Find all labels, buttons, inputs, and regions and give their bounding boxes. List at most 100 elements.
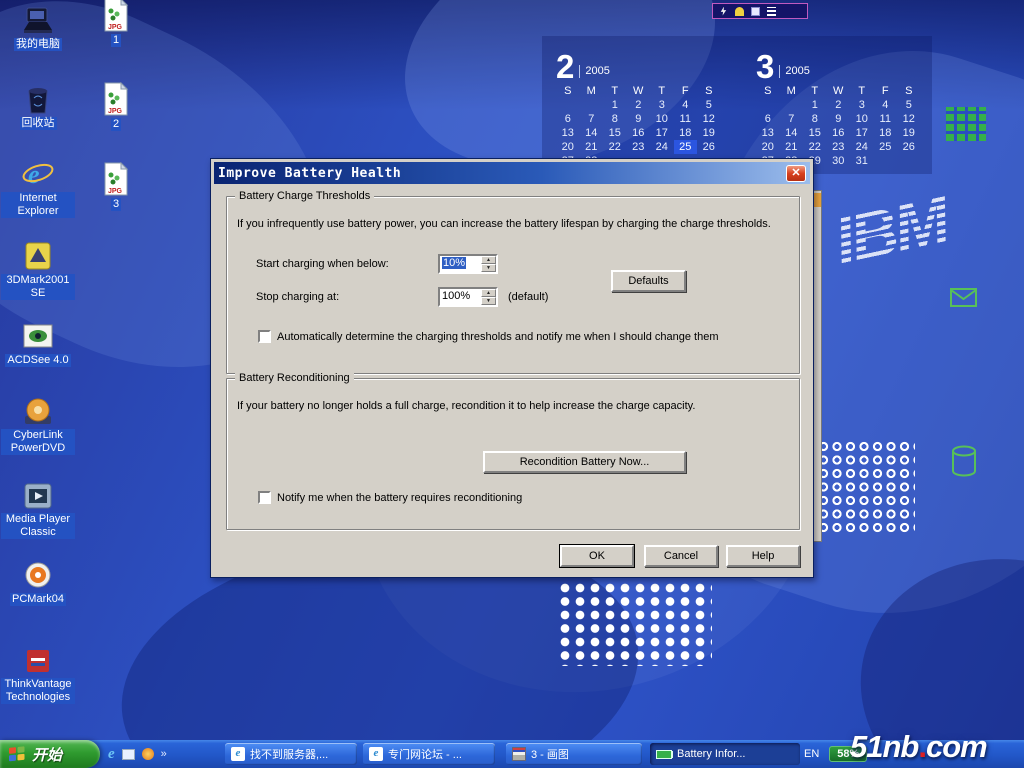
windows-flag-icon: [8, 746, 26, 762]
powerdvd-icon: [21, 397, 55, 427]
start-charging-value[interactable]: 10%: [440, 256, 481, 272]
my-computer-icon: [21, 6, 55, 36]
desktop-icon-my-computer[interactable]: 我的电脑: [0, 6, 76, 51]
chevron-expand-icon[interactable]: »: [161, 748, 167, 760]
quicklaunch-show-desktop-icon[interactable]: [122, 749, 135, 760]
desktop-icon-label: PCMark04: [10, 593, 66, 606]
desktop-icon-label: CyberLink PowerDVD: [1, 429, 75, 455]
desktop-icon-label: 1: [111, 34, 121, 47]
desktop-icon-acdsee[interactable]: ACDSee 4.0: [0, 322, 76, 367]
desktop-icon-jpg-2[interactable]: JPG 2: [78, 82, 154, 131]
ibm-logo: IBM: [828, 169, 1014, 297]
task-button-server-not-found[interactable]: e 找不到服务器,...: [225, 743, 357, 765]
thinkvantage-icon: [23, 646, 53, 676]
notify-checkbox-row: Notify me when the battery requires reco…: [258, 491, 522, 504]
task-button-label: Battery Infor...: [677, 748, 745, 760]
battery-reconditioning-group: Battery Reconditioning If your battery n…: [226, 378, 800, 530]
task-button-forum[interactable]: e 专门网论坛 - ...: [363, 743, 495, 765]
spreadsheet-grid-art-icon: [946, 107, 986, 141]
desktop-icon-thinkvantage[interactable]: ThinkVantage Technologies: [0, 646, 76, 704]
calendar-february-2005: 22005SMTWTFS1234567891011121314151617181…: [556, 52, 721, 168]
desktop: IBM 我的电脑 回收站 e Internet Explorer: [0, 0, 1024, 768]
dot-grid-pattern: [560, 583, 712, 666]
toolbar-window-icon[interactable]: [751, 7, 760, 16]
ie-page-icon: e: [231, 747, 245, 761]
calendar-march-2005: 32005SMTWTFS1234567891011121314151617181…: [756, 52, 921, 168]
svg-text:e: e: [28, 160, 40, 189]
envelope-icon: [950, 288, 977, 307]
jpg-file-icon: JPG: [102, 0, 130, 32]
help-button[interactable]: Help: [726, 545, 800, 567]
group-title: Battery Charge Thresholds: [235, 190, 374, 202]
spin-up-icon[interactable]: ▲: [481, 289, 496, 297]
quicklaunch-ie-icon[interactable]: e: [108, 746, 115, 763]
desktop-icon-label: 回收站: [20, 117, 57, 130]
desktop-icon-label: 3DMark2001 SE: [1, 274, 75, 300]
stop-charging-spinner[interactable]: 100% ▲ ▼: [438, 287, 498, 307]
start-charging-label: Start charging when below:: [256, 258, 389, 270]
desktop-icon-media-player-classic[interactable]: Media Player Classic: [0, 481, 76, 539]
recycle-bin-icon: [23, 83, 53, 115]
start-button-label: 开始: [32, 744, 62, 765]
close-icon[interactable]: ✕: [786, 165, 806, 182]
cancel-button[interactable]: Cancel: [644, 545, 718, 567]
battery-charge-thresholds-group: Battery Charge Thresholds If you infrequ…: [226, 196, 800, 374]
quicklaunch-media-player-icon[interactable]: [142, 748, 154, 760]
task-button-label: 3 - 画图: [531, 746, 569, 762]
language-indicator[interactable]: EN: [804, 748, 819, 760]
jpg-file-icon: JPG: [102, 162, 130, 196]
paint-icon: [512, 747, 526, 761]
desktop-icon-label: 2: [111, 118, 121, 131]
spin-down-icon[interactable]: ▼: [481, 297, 496, 305]
pcmark-icon: [21, 561, 55, 591]
quick-launch-bar: e »: [108, 743, 167, 765]
defaults-button[interactable]: Defaults: [611, 270, 686, 292]
spin-down-icon[interactable]: ▼: [481, 264, 496, 272]
auto-determine-checkbox-row: Automatically determine the charging thr…: [258, 330, 718, 343]
desktop-icon-label: Media Player Classic: [1, 513, 75, 539]
recondition-battery-button[interactable]: Recondition Battery Now...: [483, 451, 686, 473]
ring-dot-grid-pattern: [818, 441, 915, 534]
jpg-file-icon: JPG: [102, 82, 130, 116]
desktop-icon-pcmark04[interactable]: PCMark04: [0, 561, 76, 606]
start-button[interactable]: 开始: [0, 740, 100, 768]
group-title: Battery Reconditioning: [235, 372, 354, 384]
ok-button[interactable]: OK: [560, 545, 634, 567]
cylinder-icon: [951, 445, 977, 478]
desktop-icon-jpg-3[interactable]: JPG 3: [78, 162, 154, 211]
svg-text:JPG: JPG: [108, 108, 123, 115]
auto-determine-checkbox-label: Automatically determine the charging thr…: [277, 331, 718, 343]
default-note: (default): [508, 291, 548, 303]
svg-text:JPG: JPG: [108, 188, 123, 195]
tray-mini-toolbar[interactable]: [712, 3, 808, 19]
media-player-classic-icon: [22, 481, 54, 511]
desktop-icon-powerdvd[interactable]: CyberLink PowerDVD: [0, 397, 76, 455]
stop-charging-label: Stop charging at:: [256, 291, 339, 303]
start-charging-spinner[interactable]: 10% ▲ ▼: [438, 254, 498, 274]
toolbar-notes-icon[interactable]: [767, 7, 776, 16]
ie-page-icon: e: [369, 747, 383, 761]
task-button-paint[interactable]: 3 - 画图: [506, 743, 642, 765]
internet-explorer-icon: e: [21, 158, 55, 190]
notify-checkbox-label: Notify me when the battery requires reco…: [277, 492, 522, 504]
desktop-icon-recycle-bin[interactable]: 回收站: [0, 83, 76, 130]
notify-checkbox[interactable]: [258, 491, 271, 504]
improve-battery-health-dialog: Improve Battery Health ✕ Battery Charge …: [210, 158, 814, 578]
spin-up-icon[interactable]: ▲: [481, 256, 496, 264]
toolbar-key-icon[interactable]: [735, 7, 744, 16]
stop-charging-value[interactable]: 100%: [440, 289, 481, 305]
task-button-label: 专门网论坛 - ...: [388, 746, 462, 762]
watermark-dot: .: [918, 729, 926, 764]
desktop-icon-internet-explorer[interactable]: e Internet Explorer: [0, 158, 76, 218]
desktop-icon-label: ThinkVantage Technologies: [1, 678, 75, 704]
desktop-icon-label: 我的电脑: [14, 38, 62, 51]
auto-determine-checkbox[interactable]: [258, 330, 271, 343]
task-button-battery-information[interactable]: Battery Infor...: [650, 743, 800, 765]
svg-text:JPG: JPG: [108, 24, 123, 31]
desktop-icon-3dmark2001[interactable]: 3DMark2001 SE: [0, 242, 76, 300]
task-button-label: 找不到服务器,...: [250, 746, 328, 762]
toolbar-lightning-icon[interactable]: [719, 7, 728, 16]
dialog-titlebar[interactable]: Improve Battery Health ✕: [214, 162, 810, 184]
51nb-watermark: 51nb.com: [850, 729, 987, 765]
desktop-icon-jpg-1[interactable]: JPG 1: [78, 0, 154, 47]
